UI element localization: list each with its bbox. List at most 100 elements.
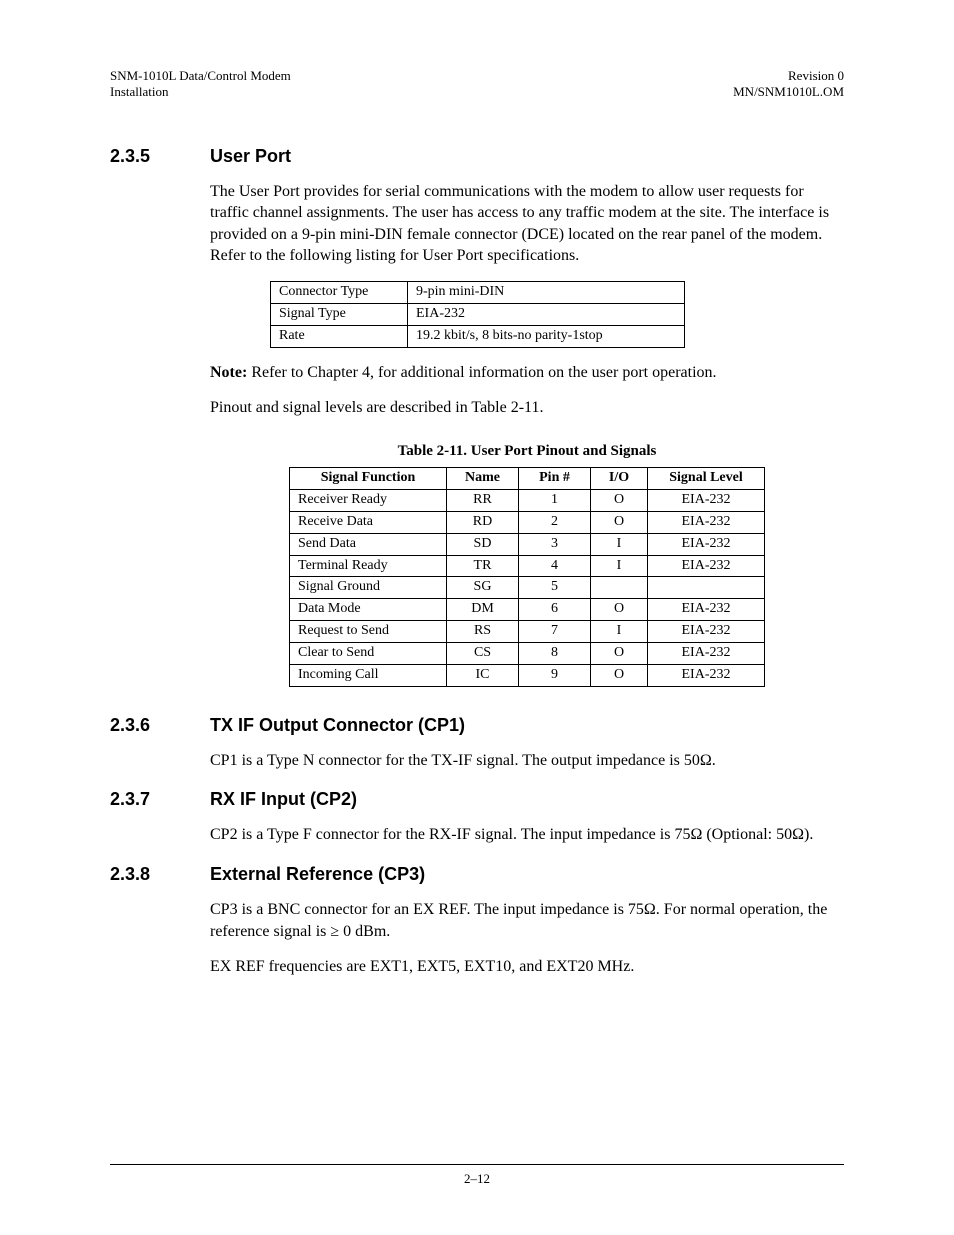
col-name: Name: [447, 467, 519, 489]
paragraph: CP1 is a Type N connector for the TX-IF …: [210, 750, 844, 772]
section-237-body: CP2 is a Type F connector for the RX-IF …: [210, 824, 844, 846]
cell: 6: [519, 599, 591, 621]
cell: Request to Send: [290, 621, 447, 643]
section-236-body: CP1 is a Type N connector for the TX-IF …: [210, 750, 844, 772]
spec-table: Connector Type9-pin mini-DIN Signal Type…: [270, 281, 685, 348]
paragraph: CP2 is a Type F connector for the RX-IF …: [210, 824, 844, 846]
cell: Signal Ground: [290, 577, 447, 599]
note-paragraph: Note: Refer to Chapter 4, for additional…: [210, 362, 844, 384]
cell: CS: [447, 643, 519, 665]
cell: I: [591, 555, 648, 577]
section-235-heading: 2.3.5 User Port: [110, 146, 844, 167]
pinout-table: Signal Function Name Pin # I/O Signal Le…: [289, 467, 765, 687]
cell: EIA-232: [648, 599, 765, 621]
cell: 2: [519, 511, 591, 533]
cell: 1: [519, 489, 591, 511]
col-pin: Pin #: [519, 467, 591, 489]
cell: [648, 577, 765, 599]
table-row: Clear to SendCS8OEIA-232: [290, 643, 765, 665]
cell: O: [591, 599, 648, 621]
cell: 9: [519, 665, 591, 687]
cell: Data Mode: [290, 599, 447, 621]
cell: Receive Data: [290, 511, 447, 533]
page-number: 2–12: [0, 1171, 954, 1187]
col-signal-level: Signal Level: [648, 467, 765, 489]
section-number: 2.3.7: [110, 789, 210, 810]
paragraph: EX REF frequencies are EXT1, EXT5, EXT10…: [210, 956, 844, 978]
section-number: 2.3.8: [110, 864, 210, 885]
cell: EIA-232: [648, 665, 765, 687]
section-title: External Reference (CP3): [210, 864, 425, 885]
header-left-1: SNM-1010L Data/Control Modem: [110, 68, 291, 84]
section-title: RX IF Input (CP2): [210, 789, 357, 810]
cell: 3: [519, 533, 591, 555]
note-text: Refer to Chapter 4, for additional infor…: [247, 364, 716, 381]
spec-key: Signal Type: [271, 303, 408, 325]
cell: TR: [447, 555, 519, 577]
paragraph: Pinout and signal levels are described i…: [210, 397, 844, 419]
cell: RD: [447, 511, 519, 533]
spec-key: Rate: [271, 325, 408, 347]
cell: EIA-232: [648, 621, 765, 643]
cell: EIA-232: [648, 555, 765, 577]
cell: SD: [447, 533, 519, 555]
cell: Terminal Ready: [290, 555, 447, 577]
section-238-heading: 2.3.8 External Reference (CP3): [110, 864, 844, 885]
table-row: Rate19.2 kbit/s, 8 bits-no parity-1stop: [271, 325, 685, 347]
col-io: I/O: [591, 467, 648, 489]
cell: DM: [447, 599, 519, 621]
cell: EIA-232: [648, 511, 765, 533]
note-label: Note:: [210, 364, 247, 381]
spec-val: EIA-232: [408, 303, 685, 325]
cell: 7: [519, 621, 591, 643]
section-title: TX IF Output Connector (CP1): [210, 715, 465, 736]
col-signal-function: Signal Function: [290, 467, 447, 489]
cell: O: [591, 665, 648, 687]
cell: EIA-232: [648, 643, 765, 665]
section-title: User Port: [210, 146, 291, 167]
table-row: Signal GroundSG5: [290, 577, 765, 599]
footer-rule: [110, 1164, 844, 1165]
cell: 5: [519, 577, 591, 599]
cell: I: [591, 533, 648, 555]
section-236-heading: 2.3.6 TX IF Output Connector (CP1): [110, 715, 844, 736]
cell: Receiver Ready: [290, 489, 447, 511]
section-number: 2.3.5: [110, 146, 210, 167]
section-237-heading: 2.3.7 RX IF Input (CP2): [110, 789, 844, 810]
table-row: Data ModeDM6OEIA-232: [290, 599, 765, 621]
cell: Send Data: [290, 533, 447, 555]
page: SNM-1010L Data/Control Modem Installatio…: [0, 0, 954, 1235]
paragraph: The User Port provides for serial commun…: [210, 181, 844, 267]
table-row: Connector Type9-pin mini-DIN: [271, 281, 685, 303]
cell: SG: [447, 577, 519, 599]
cell: IC: [447, 665, 519, 687]
header-right-1: Revision 0: [733, 68, 844, 84]
cell: I: [591, 621, 648, 643]
cell: RR: [447, 489, 519, 511]
spec-val: 9-pin mini-DIN: [408, 281, 685, 303]
table-header-row: Signal Function Name Pin # I/O Signal Le…: [290, 467, 765, 489]
paragraph: CP3 is a BNC connector for an EX REF. Th…: [210, 899, 844, 942]
cell: EIA-232: [648, 489, 765, 511]
section-number: 2.3.6: [110, 715, 210, 736]
section-238-body: CP3 is a BNC connector for an EX REF. Th…: [210, 899, 844, 978]
table-row: Receive DataRD2OEIA-232: [290, 511, 765, 533]
header-right: Revision 0 MN/SNM1010L.OM: [733, 68, 844, 101]
section-235-body: The User Port provides for serial commun…: [210, 181, 844, 687]
cell: RS: [447, 621, 519, 643]
table-row: Send DataSD3IEIA-232: [290, 533, 765, 555]
cell: 8: [519, 643, 591, 665]
cell: Incoming Call: [290, 665, 447, 687]
spec-val: 19.2 kbit/s, 8 bits-no parity-1stop: [408, 325, 685, 347]
cell: Clear to Send: [290, 643, 447, 665]
spec-key: Connector Type: [271, 281, 408, 303]
table-row: Request to SendRS7IEIA-232: [290, 621, 765, 643]
page-header: SNM-1010L Data/Control Modem Installatio…: [110, 68, 844, 101]
table-row: Signal TypeEIA-232: [271, 303, 685, 325]
header-left-2: Installation: [110, 84, 291, 100]
cell: [591, 577, 648, 599]
table-row: Incoming CallIC9OEIA-232: [290, 665, 765, 687]
cell: O: [591, 489, 648, 511]
header-left: SNM-1010L Data/Control Modem Installatio…: [110, 68, 291, 101]
cell: 4: [519, 555, 591, 577]
